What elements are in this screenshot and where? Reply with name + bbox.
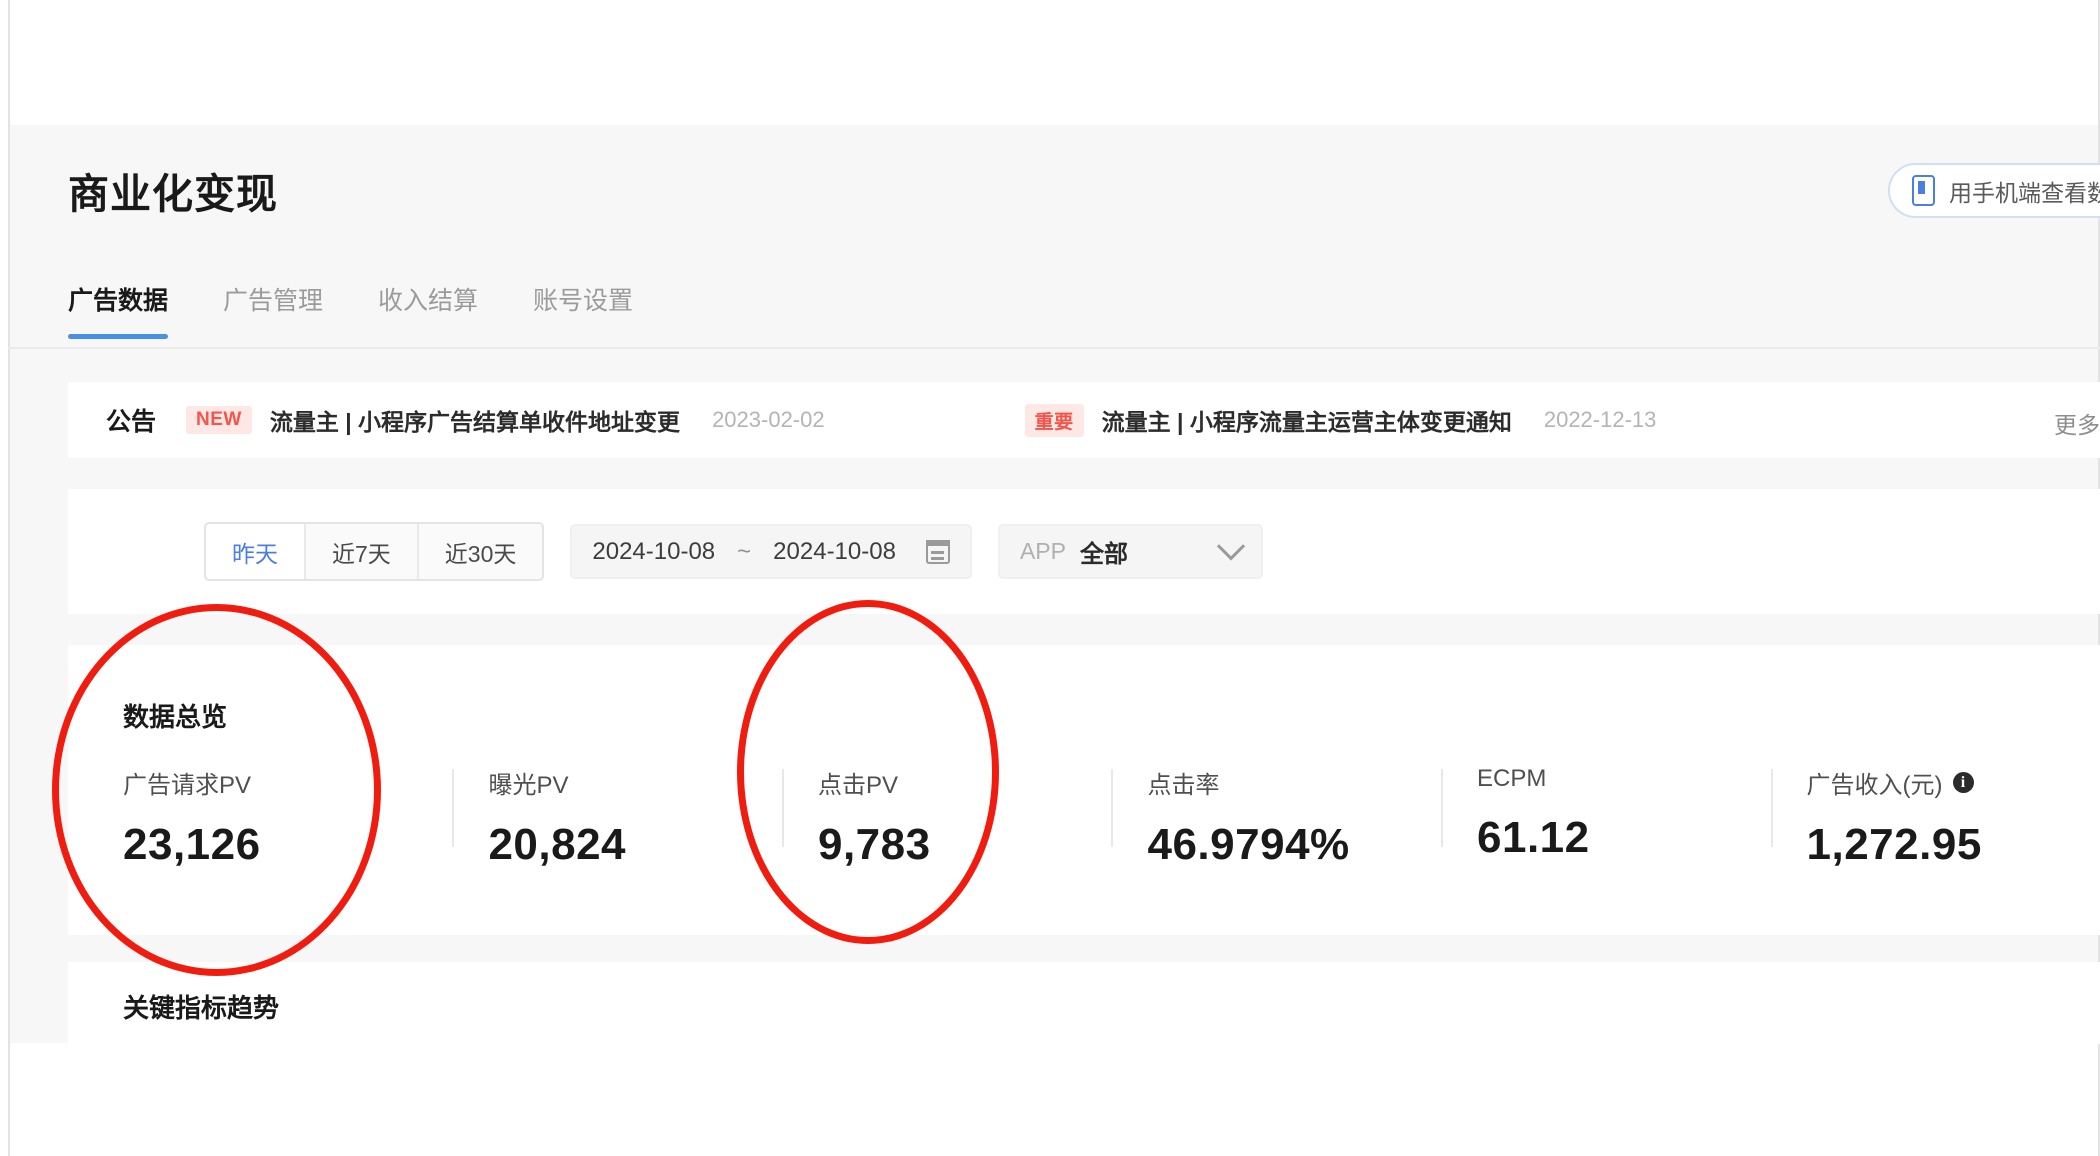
metric-label: 点击率 [1147, 772, 1220, 799]
metric-value: 61.12 [1477, 813, 1590, 862]
app-select-value: 全部 [1079, 541, 1128, 568]
announcement-item-2: 重要 流量主 | 小程序流量主运营主体变更通知 2022-12-13 [1024, 403, 1657, 437]
metric-label: 广告请求PV [123, 772, 252, 799]
metric-value: 9,783 [817, 820, 931, 869]
metric-ad-revenue: 广告收入(元) i 1,272.95 [1770, 765, 2100, 870]
date-preset-last-7-days[interactable]: 近7天 [306, 524, 419, 579]
announcement-badge-important: 重要 [1024, 403, 1084, 437]
announcement-date-1: 2023-02-02 [712, 407, 825, 432]
chevron-down-icon [1216, 531, 1246, 560]
date-range-start[interactable]: 2024-10-08 [592, 538, 715, 566]
tab-revenue-settlement[interactable]: 收入结算 [378, 281, 478, 339]
announcement-label: 公告 [106, 408, 157, 436]
metric-impression-pv: 曝光PV 20,824 [452, 765, 782, 870]
filter-bar: 昨天 近7天 近30天 2024-10-08 ~ 2024-10-08 APP … [68, 489, 2100, 614]
date-preset-last-30-days[interactable]: 近30天 [419, 524, 543, 579]
tab-bar: 广告数据 广告管理 收入结算 账号设置 [68, 281, 633, 339]
phone-icon [1912, 175, 1935, 206]
metric-label: 广告收入(元) [1806, 772, 1943, 799]
date-range-end[interactable]: 2024-10-08 [773, 538, 896, 566]
metric-ecpm: ECPM 61.12 [1441, 765, 1771, 870]
metric-ad-request-pv: 广告请求PV 23,126 [123, 765, 452, 870]
announcement-bar: 公告 NEW 流量主 | 小程序广告结算单收件地址变更 2023-02-02 重… [68, 382, 2100, 458]
app-select-label: APP [1019, 538, 1066, 564]
metric-click-pv: 点击PV 9,783 [781, 765, 1112, 870]
metric-value: 1,272.95 [1806, 820, 1982, 869]
viewport-left-edge [8, 0, 10, 1156]
info-icon[interactable]: i [1952, 772, 1974, 793]
key-metric-trend-card: 关键指标趋势 [68, 962, 2100, 1044]
tab-bar-divider [8, 347, 2100, 349]
tab-account-settings[interactable]: 账号设置 [533, 281, 633, 339]
metric-click-rate: 点击率 46.9794% [1111, 765, 1441, 870]
announcement-more-link[interactable]: 更多 [2054, 406, 2100, 440]
date-preset-group: 昨天 近7天 近30天 [204, 522, 545, 581]
app-root: 商业化变现 用手机端查看数 广告数据 广告管理 收入结算 账号设置 公告 NEW… [0, 0, 2100, 1156]
key-metric-trend-title: 关键指标趋势 [123, 993, 280, 1023]
page-title: 商业化变现 [68, 171, 278, 217]
tab-ad-data[interactable]: 广告数据 [68, 281, 169, 339]
announcement-date-2: 2022-12-13 [1543, 407, 1657, 432]
metric-value: 46.9794% [1147, 820, 1350, 869]
metric-label: 曝光PV [488, 772, 569, 799]
metric-label: 点击PV [817, 772, 898, 799]
data-overview-card: 数据总览 广告请求PV 23,126 曝光PV 20,824 点击PV 9,78… [68, 645, 2100, 935]
metric-value: 23,126 [123, 820, 261, 869]
announcement-badge-new: NEW [186, 406, 252, 434]
announcement-link-1[interactable]: 流量主 | 小程序广告结算单收件地址变更 [270, 403, 680, 437]
tab-ad-management[interactable]: 广告管理 [223, 281, 323, 339]
calendar-icon[interactable] [925, 539, 950, 564]
filter-row: 昨天 近7天 近30天 2024-10-08 ~ 2024-10-08 APP … [204, 522, 1263, 581]
announcement-link-2[interactable]: 流量主 | 小程序流量主运营主体变更通知 [1102, 403, 1512, 437]
view-on-phone-button[interactable]: 用手机端查看数 [1888, 163, 2100, 218]
data-overview-title: 数据总览 [123, 702, 228, 732]
metric-value: 20,824 [488, 820, 627, 869]
date-preset-yesterday[interactable]: 昨天 [206, 524, 306, 579]
view-on-phone-label: 用手机端查看数 [1949, 179, 2100, 206]
date-range-separator: ~ [737, 537, 752, 565]
date-range-picker[interactable]: 2024-10-08 ~ 2024-10-08 [570, 524, 972, 579]
metric-label-wrap: 广告收入(元) i [1807, 765, 2100, 800]
metric-label: ECPM [1477, 765, 1547, 792]
app-select[interactable]: APP 全部 [997, 524, 1263, 579]
metric-list: 广告请求PV 23,126 曝光PV 20,824 点击PV 9,783 点击率… [123, 765, 2100, 870]
